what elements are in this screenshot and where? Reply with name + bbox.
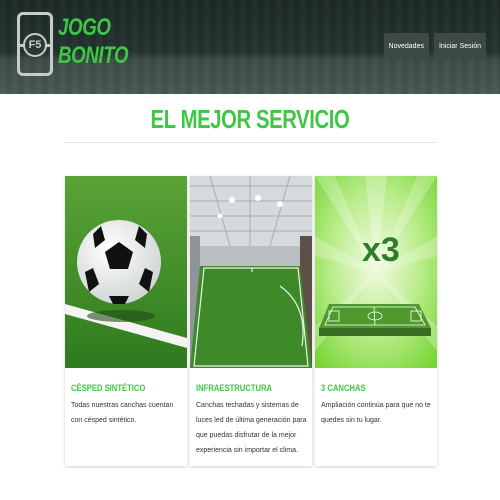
divider (64, 142, 436, 143)
three-fields-image: x3 (315, 176, 437, 368)
indoor-field-image (190, 176, 312, 368)
logo-badge-text: F5 (28, 39, 42, 51)
card-title: INFRAESTRUCTURA (196, 383, 273, 393)
section-title: EL MEJOR SERVICIO (150, 104, 350, 134)
nav-novedades-button[interactable]: Novedades (383, 33, 429, 59)
svg-text:x3: x3 (362, 231, 400, 269)
card-description: Ampliación continúa para que no te quede… (321, 402, 431, 424)
logo-line-1: JOGO (58, 14, 111, 41)
logo-circle: F5 (23, 33, 47, 57)
main-nav: Novedades Iniciar Sesión (383, 33, 486, 59)
services-section: EL MEJOR SERVICIO CÉSPED SINTÉTICO Todas… (0, 94, 500, 500)
service-card-grass: CÉSPED SINTÉTICO Todas nuestras canchas … (65, 176, 187, 466)
card-description: Canchas techadas y sistemas de luces led… (196, 402, 307, 454)
site-header: F5 JOGO BONITO Novedades Iniciar Sesión (0, 0, 500, 94)
card-description: Todas nuestras canchas cuentan con céspe… (71, 402, 174, 424)
logo-badge[interactable]: F5 (17, 12, 53, 76)
service-card-infrastructure: INFRAESTRUCTURA Canchas techadas y siste… (190, 176, 312, 466)
card-title: CÉSPED SINTÉTICO (71, 383, 146, 393)
logo-line-2: BONITO (58, 42, 129, 69)
nav-login-button[interactable]: Iniciar Sesión (433, 33, 486, 59)
soccer-ball-image (65, 176, 187, 368)
service-card-fields: x3 3 CANCHAS Ampliación continúa para qu… (315, 176, 437, 466)
card-title: 3 CANCHAS (321, 383, 366, 393)
logo-text[interactable]: JOGO BONITO (58, 14, 129, 70)
